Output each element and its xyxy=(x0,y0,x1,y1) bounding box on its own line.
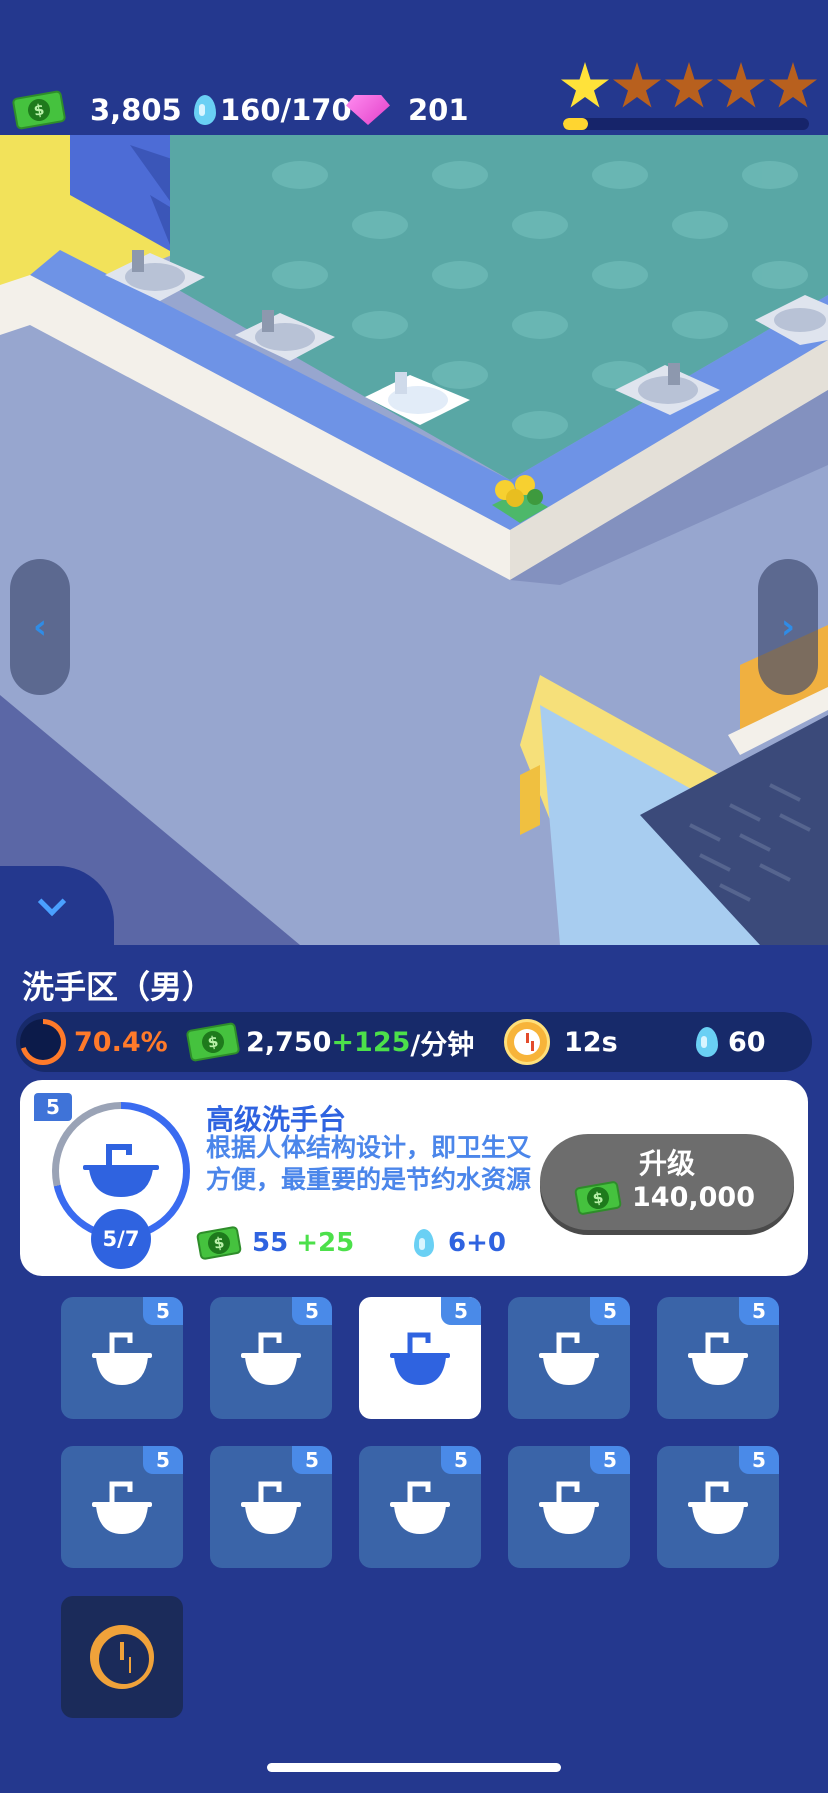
sink-icon xyxy=(92,1481,152,1534)
water-stat: 60 xyxy=(696,1012,766,1072)
item-detail-card: 5 5/7 高级洗手台 根据人体结构设计，即卫生又方便，最重要的是节约水资源 5… xyxy=(20,1080,808,1276)
slot-tier-badge: 5 xyxy=(739,1297,779,1325)
water-value: 60 xyxy=(728,1026,766,1058)
water-amount: 160/170 xyxy=(220,93,352,127)
cleanliness-ring-icon xyxy=(20,1019,66,1065)
sink-slot[interactable]: 5 xyxy=(210,1446,332,1568)
sink-icon xyxy=(92,1332,152,1385)
sink-slot[interactable]: 5 xyxy=(61,1297,183,1419)
item-description: 根据人体结构设计，即卫生又方便，最重要的是节约水资源 xyxy=(206,1133,532,1194)
slot-tier-badge: 5 xyxy=(441,1446,481,1474)
sink-slot[interactable]: 5 xyxy=(359,1446,481,1568)
sink-icon xyxy=(390,1481,450,1534)
item-water-value: 6+0 xyxy=(448,1228,506,1258)
area-stats-bar: 70.4% 2,750 +125 /分钟 12s 60 xyxy=(16,1012,812,1072)
time-stat: 12s xyxy=(504,1012,618,1072)
item-income-bonus: +25 xyxy=(296,1228,355,1258)
gem-counter[interactable]: 201 xyxy=(346,88,469,132)
sink-icon xyxy=(83,1144,159,1197)
cash-icon xyxy=(185,1021,241,1063)
star-icon xyxy=(613,62,661,108)
game-scene[interactable]: ‹ › xyxy=(0,135,828,945)
star-icon xyxy=(561,62,609,108)
cash-icon xyxy=(11,89,67,131)
slot-tier-badge: 5 xyxy=(143,1297,183,1325)
income-value: 2,750 xyxy=(246,1026,332,1058)
cash-icon xyxy=(195,1225,243,1261)
slot-tier-badge: 5 xyxy=(441,1297,481,1325)
star-icon xyxy=(717,62,765,108)
sink-icon xyxy=(241,1481,301,1534)
timer-slot-button[interactable] xyxy=(61,1596,183,1718)
sink-slot[interactable]: 5 xyxy=(657,1297,779,1419)
item-income: 55 +25 xyxy=(195,1225,355,1261)
next-area-button[interactable]: › xyxy=(758,559,818,695)
sink-icon xyxy=(390,1332,450,1385)
chevron-right-icon: › xyxy=(780,607,795,647)
cash-counter[interactable]: 3,805 xyxy=(11,88,182,132)
sink-icon xyxy=(539,1332,599,1385)
cleanliness-stat: 70.4% xyxy=(20,1012,168,1072)
sink-slot[interactable]: 5 xyxy=(508,1297,630,1419)
clock-icon xyxy=(504,1019,550,1065)
upgrade-label: 升级 xyxy=(638,1147,695,1180)
area-title: 洗手区（男） xyxy=(22,968,215,1006)
sink-slot[interactable]: 5 xyxy=(61,1446,183,1568)
sink-icon xyxy=(539,1481,599,1534)
income-bonus: +125 xyxy=(331,1026,411,1058)
star-icon xyxy=(769,62,817,108)
upgrade-price: 140,000 xyxy=(573,1179,755,1216)
sink-icon xyxy=(241,1332,301,1385)
sink-slot[interactable]: 5 xyxy=(657,1446,779,1568)
slot-tier-badge: 5 xyxy=(590,1446,630,1474)
cash-icon xyxy=(573,1179,623,1216)
upgrade-button[interactable]: 升级 140,000 xyxy=(540,1134,794,1230)
star-rating[interactable] xyxy=(560,62,818,112)
home-indicator xyxy=(267,1763,561,1772)
top-bar: 3,805 160/170 201 xyxy=(0,0,828,135)
clock-icon xyxy=(90,1625,154,1689)
water-counter[interactable]: 160/170 xyxy=(194,88,352,132)
slot-tier-badge: 5 xyxy=(292,1446,332,1474)
slot-tier-badge: 5 xyxy=(143,1446,183,1474)
gem-icon xyxy=(346,95,390,125)
item-level-badge: 5/7 xyxy=(91,1209,151,1269)
item-income-value: 55 xyxy=(252,1228,289,1258)
cash-amount: 3,805 xyxy=(90,93,182,127)
gem-amount: 201 xyxy=(408,93,469,127)
sink-slot[interactable]: 5 xyxy=(359,1297,481,1419)
slot-tier-badge: 5 xyxy=(739,1446,779,1474)
sink-slot[interactable]: 5 xyxy=(508,1446,630,1568)
income-unit: /分钟 xyxy=(410,1029,475,1061)
item-water: 6+0 xyxy=(414,1228,506,1258)
item-tier-badge: 5 xyxy=(34,1093,72,1121)
slot-tier-badge: 5 xyxy=(590,1297,630,1325)
sink-slot[interactable]: 5 xyxy=(210,1297,332,1419)
sink-icon xyxy=(688,1332,748,1385)
previous-area-button[interactable]: ‹ xyxy=(10,559,70,695)
rating-progress-fill xyxy=(563,118,588,130)
chevron-down-icon xyxy=(37,887,67,917)
rating-progress-bar xyxy=(563,118,809,130)
water-drop-icon xyxy=(414,1229,434,1257)
restroom-isometric-view xyxy=(0,135,828,945)
income-stat: 2,750 +125 /分钟 xyxy=(185,1012,475,1072)
cleanliness-value: 70.4% xyxy=(74,1026,168,1058)
star-icon xyxy=(665,62,713,108)
sink-icon xyxy=(688,1481,748,1534)
water-drop-icon xyxy=(194,95,216,125)
time-value: 12s xyxy=(564,1026,618,1058)
upgrade-price-value: 140,000 xyxy=(632,1182,755,1213)
slot-tier-badge: 5 xyxy=(292,1297,332,1325)
water-drop-icon xyxy=(696,1027,718,1057)
chevron-left-icon: ‹ xyxy=(32,607,47,647)
